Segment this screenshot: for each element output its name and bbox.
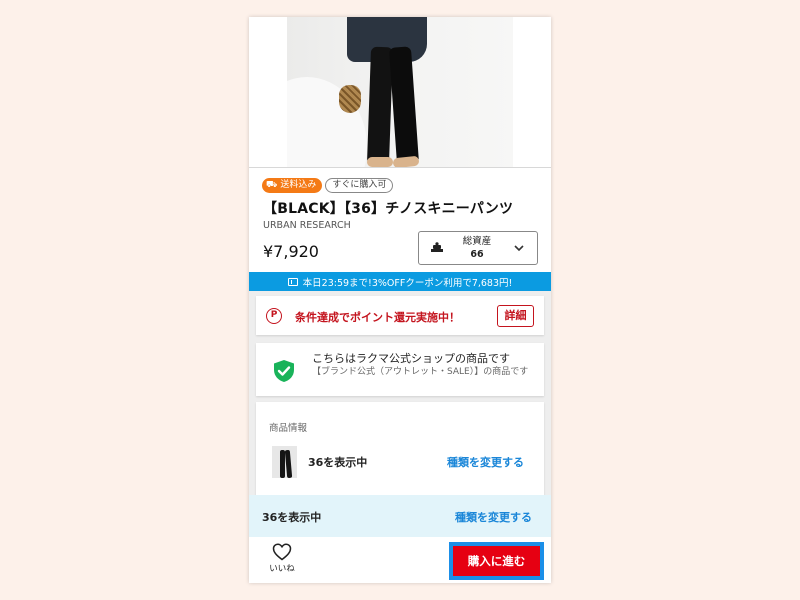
like-label: いいね <box>269 564 295 574</box>
variant-showing-text: 36を表示中 <box>308 456 368 469</box>
product-info-label: 商品情報 <box>269 423 308 434</box>
total-assets-label: 総資産 <box>462 236 492 247</box>
product-title: 【BLACK】【36】チノスキニーパンツ <box>263 201 514 217</box>
shipping-included-badge: ⛟ 送料込み <box>262 178 323 193</box>
chevron-down-icon <box>514 245 524 252</box>
product-image[interactable] <box>249 17 551 167</box>
total-assets-dropdown[interactable]: 総資産 66 <box>418 231 538 265</box>
points-campaign-text: 条件達成でポイント還元実施中！ <box>295 311 460 324</box>
shield-check-icon <box>274 360 294 382</box>
change-variant-link[interactable]: 種類を変更する <box>447 454 524 470</box>
heart-icon <box>272 543 292 561</box>
product-tags: ⛟ 送料込み すぐに購入可 <box>262 178 394 193</box>
shipping-included-label: 送料込み <box>280 180 317 190</box>
product-brand[interactable]: URBAN RESEARCH <box>263 220 351 231</box>
like-button[interactable]: いいね <box>261 541 303 581</box>
sticky-variant-bar: 36を表示中 種類を変更する <box>249 495 551 537</box>
official-shop-subtitle: 【ブランド公式（アウトレット・SALE）】の商品です <box>312 367 529 377</box>
proceed-to-purchase-button[interactable]: 購入に進む <box>453 546 540 576</box>
coupon-text: 本日23:59まで!3%OFFクーポン利用で7,683円! <box>302 277 513 289</box>
points-detail-button[interactable]: 詳細 <box>497 305 534 327</box>
product-price: ¥7,920 <box>263 242 319 261</box>
product-photo <box>287 17 513 167</box>
instant-purchase-badge: すぐに購入可 <box>325 178 394 193</box>
image-divider <box>249 167 551 168</box>
phone-screen: ⛟ 送料込み すぐに購入可 【BLACK】【36】チノスキニーパンツ URBAN… <box>249 17 551 583</box>
product-info-card: 商品情報 36を表示中 種類を変更する <box>256 402 544 510</box>
variant-thumbnail <box>272 446 297 478</box>
sticky-change-variant-link[interactable]: 種類を変更する <box>455 509 532 525</box>
coupon-icon <box>287 277 298 286</box>
bottom-action-bar: いいね 購入に進む <box>249 537 551 583</box>
point-icon: P <box>266 308 282 324</box>
buy-button-focus-frame: 購入に進む <box>449 542 544 580</box>
official-shop-card: こちらはラクマ公式ショップの商品です 【ブランド公式（アウトレット・SALE）】… <box>256 343 544 396</box>
truck-icon: ⛟ <box>266 180 278 190</box>
total-assets-value: 66 <box>470 249 484 260</box>
official-shop-title: こちらはラクマ公式ショップの商品です <box>312 352 510 365</box>
points-campaign-card: P 条件達成でポイント還元実施中！ 詳細 <box>256 296 544 335</box>
sticky-variant-showing-text: 36を表示中 <box>262 511 322 524</box>
coupon-banner[interactable]: 本日23:59まで!3%OFFクーポン利用で7,683円! <box>249 272 551 291</box>
balance-icon <box>431 242 443 252</box>
